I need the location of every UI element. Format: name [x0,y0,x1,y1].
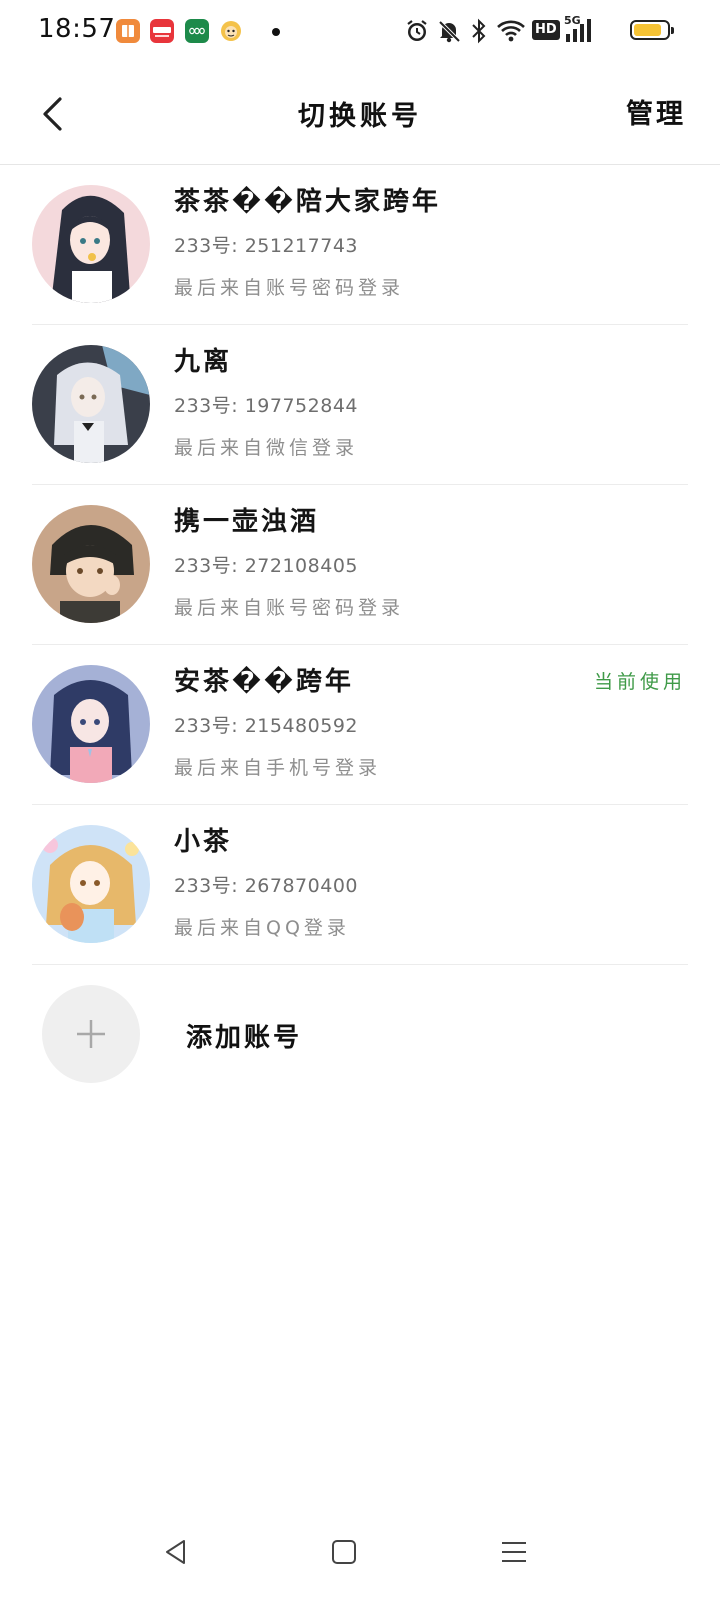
cellular-signal-icon: 5G [564,14,598,44]
account-list: 茶茶��陪大家跨年 233号: 251217743 最后来自账号密码登录 九离 … [32,165,688,965]
add-account-label: 添加账号 [186,1023,303,1053]
triangle-back-icon [166,1540,185,1564]
account-row[interactable]: 茶茶��陪大家跨年 233号: 251217743 最后来自账号密码登录 [32,165,688,325]
menu-lines-icon [502,1542,526,1562]
avatar [32,185,150,303]
avatar [32,345,150,463]
account-name: 携一壶浊酒 [174,507,320,537]
add-account-circle [42,985,140,1083]
account-name: 安茶��跨年 [174,667,354,697]
plus-icon [77,1020,105,1048]
battery-level [634,24,661,36]
avatar [32,505,150,623]
account-id: 233号: 197752844 [174,395,359,417]
manage-button[interactable]: 管理 [626,92,686,131]
account-row[interactable]: 携一壶浊酒 233号: 272108405 最后来自账号密码登录 [32,485,688,645]
monkey-app-icon [219,19,243,43]
account-row[interactable]: 安茶��跨年 233号: 215480592 最后来自手机号登录 当前使用 [32,645,688,805]
system-home-button[interactable] [324,1532,364,1572]
alarm-icon [404,18,430,48]
nav-bar: 切换账号 管理 [0,64,720,165]
account-login-method: 最后来自账号密码登录 [174,597,405,619]
red-shop-app-icon [150,19,174,43]
books-app-icon [116,19,140,43]
account-id: 233号: 272108405 [174,555,359,577]
account-id: 233号: 215480592 [174,715,359,737]
page-title: 切换账号 [298,101,422,132]
account-row[interactable]: 九离 233号: 197752844 最后来自微信登录 [32,325,688,485]
notification-dot [272,28,280,36]
system-nav-bar [0,1510,720,1600]
account-name: 茶茶��陪大家跨年 [174,187,441,217]
account-id: 233号: 267870400 [174,875,359,897]
account-row[interactable]: 小茶 233号: 267870400 最后来自QQ登录 [32,805,688,965]
account-name: 九离 [174,347,233,377]
current-account-badge: 当前使用 [593,671,686,693]
wifi-icon [496,18,526,48]
status-time: 18:57 [38,14,116,44]
status-bar: 18:57 HD 5G [0,0,720,64]
add-account-button[interactable]: 添加账号 [32,985,432,1095]
battery-icon [630,20,674,40]
avatar [32,825,150,943]
account-login-method: 最后来自手机号登录 [174,757,382,779]
account-name: 小茶 [174,827,233,857]
mute-bell-icon [436,18,462,48]
system-back-button[interactable] [156,1532,196,1572]
account-id: 233号: 251217743 [174,235,359,257]
square-home-icon [332,1540,356,1564]
account-login-method: 最后来自QQ登录 [174,917,350,939]
system-recents-button[interactable] [494,1532,534,1572]
oppo-app-icon [185,19,209,43]
account-login-method: 最后来自账号密码登录 [174,277,405,299]
account-login-method: 最后来自微信登录 [174,437,359,459]
bluetooth-icon [468,18,490,48]
avatar [32,665,150,783]
hd-badge-icon: HD [532,20,560,40]
